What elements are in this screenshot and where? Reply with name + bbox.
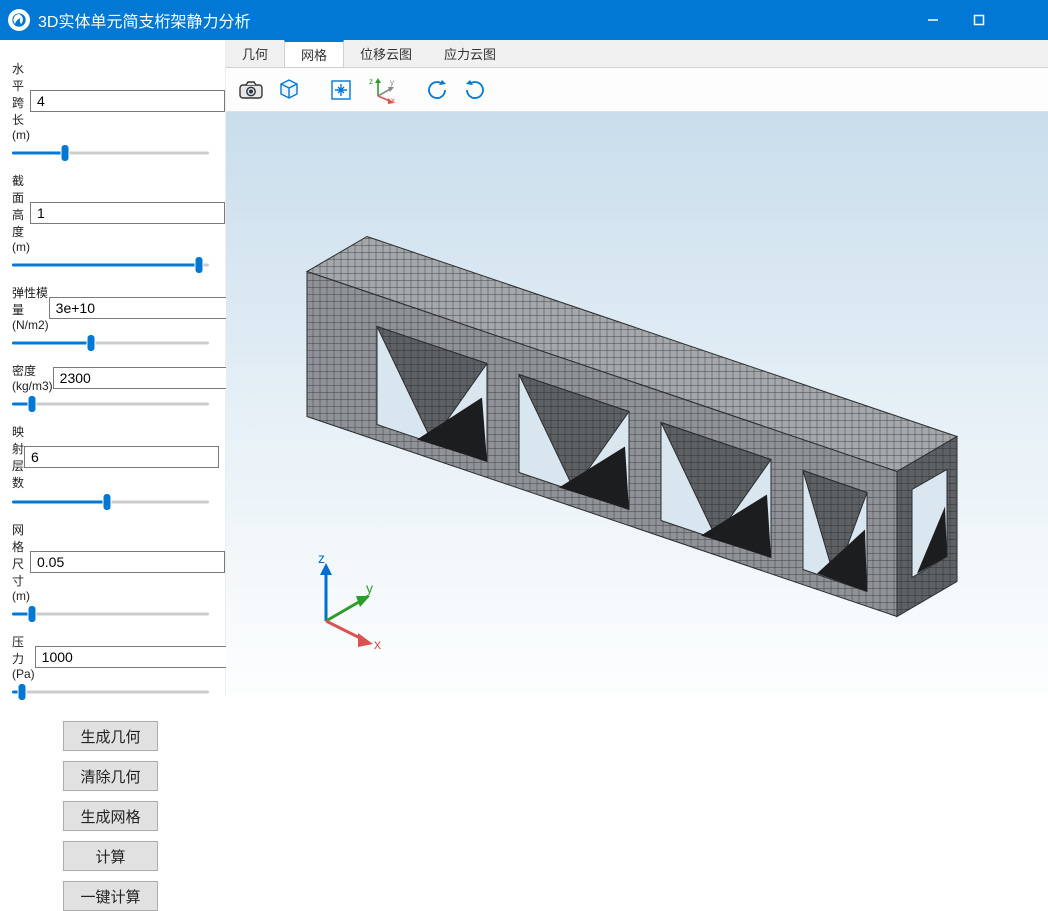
param-row: 密度(kg/m3) — [12, 362, 209, 393]
param-label: 水平跨长(m) — [12, 60, 30, 142]
calculate-button[interactable]: 计算 — [63, 841, 158, 871]
minimize-button[interactable] — [910, 0, 956, 40]
param-slider[interactable] — [12, 146, 209, 160]
tab-位移云图[interactable]: 位移云图 — [344, 40, 428, 67]
viewport-toolbar: z y x — [226, 68, 1048, 112]
axis-icon[interactable]: z y x — [362, 73, 402, 107]
param-input[interactable] — [49, 297, 244, 319]
param-input[interactable] — [30, 90, 225, 112]
tab-网格[interactable]: 网格 — [284, 40, 344, 67]
param-input[interactable] — [35, 646, 230, 668]
title-bar: 3D实体单元简支桁架静力分析 — [0, 0, 1048, 40]
param-row: 弹性模量(N/m2) — [12, 284, 209, 332]
param-label: 弹性模量(N/m2) — [12, 284, 49, 332]
generate-geometry-button[interactable]: 生成几何 — [63, 721, 158, 751]
param-label: 网格尺寸(m) — [12, 521, 30, 603]
clear-geometry-button[interactable]: 清除几何 — [63, 761, 158, 791]
3d-viewport[interactable]: z y x — [226, 112, 1048, 696]
svg-text:x: x — [391, 96, 395, 104]
param-slider[interactable] — [12, 685, 209, 699]
param-row: 映射层数 — [12, 423, 209, 491]
result-tabs: 几何网格位移云图应力云图 — [226, 40, 1048, 68]
window-title: 3D实体单元简支桁架静力分析 — [38, 8, 910, 32]
rotate-right-icon[interactable] — [458, 73, 492, 107]
axis-y-label: y — [366, 580, 373, 596]
param-slider[interactable] — [12, 495, 209, 509]
camera-icon[interactable] — [234, 73, 268, 107]
tab-应力云图[interactable]: 应力云图 — [428, 40, 512, 67]
param-row: 水平跨长(m) — [12, 60, 209, 142]
param-row: 压力(Pa) — [12, 633, 209, 681]
axis-x-label: x — [374, 636, 381, 652]
param-label: 截面高度(m) — [12, 172, 30, 254]
app-icon — [8, 9, 30, 31]
param-input[interactable] — [30, 551, 225, 573]
param-input[interactable] — [30, 202, 225, 224]
maximize-button[interactable] — [956, 0, 1002, 40]
one-click-calc-button[interactable]: 一键计算 — [63, 881, 158, 911]
param-slider[interactable] — [12, 336, 209, 350]
param-input[interactable] — [53, 367, 248, 389]
axis-z-label: z — [318, 550, 325, 566]
rotate-left-icon[interactable] — [420, 73, 454, 107]
axis-triad: z y x — [296, 551, 396, 656]
param-slider[interactable] — [12, 607, 209, 621]
param-slider[interactable] — [12, 397, 209, 411]
fit-icon[interactable] — [324, 73, 358, 107]
param-row: 截面高度(m) — [12, 172, 209, 254]
param-input[interactable] — [24, 446, 219, 468]
window-controls — [910, 0, 1048, 40]
param-label: 压力(Pa) — [12, 633, 35, 681]
tab-几何[interactable]: 几何 — [226, 40, 284, 67]
svg-text:z: z — [369, 77, 373, 86]
param-row: 网格尺寸(m) — [12, 521, 209, 603]
generate-mesh-button[interactable]: 生成网格 — [63, 801, 158, 831]
svg-text:y: y — [390, 78, 394, 87]
param-slider[interactable] — [12, 258, 209, 272]
param-label: 密度(kg/m3) — [12, 362, 53, 393]
param-label: 映射层数 — [12, 423, 24, 491]
view-cube-icon[interactable] — [272, 73, 306, 107]
parameters-panel: 水平跨长(m) 截面高度(m) 弹性模量(N/m2) 密度(kg/m3) 映射层数网格尺… — [0, 40, 226, 696]
